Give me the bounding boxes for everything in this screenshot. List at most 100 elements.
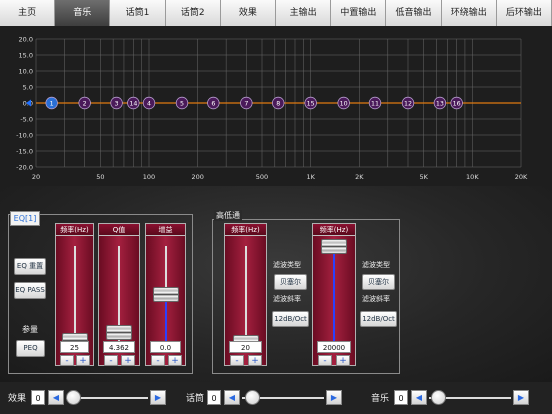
eq-gain-knob[interactable] — [152, 286, 179, 302]
eq-gain-header: 增益 — [146, 224, 185, 236]
lowpass-plus-button[interactable]: + — [336, 355, 350, 366]
eq-channel-tag[interactable]: EQ[1] — [10, 211, 40, 226]
tab-effect[interactable]: 效果 — [220, 0, 277, 26]
tab-surround-output[interactable]: 环绕输出 — [441, 0, 497, 26]
eq-band-label: 14 — [129, 100, 137, 107]
effect-volume-increase-button[interactable]: ▶ — [150, 390, 166, 405]
x-tick-label: 5K — [419, 173, 428, 181]
volume-bar: 效果 0 ◀ ▶ 话筒 0 ◀ ▶ 音乐 0 ◀ ▶ — [0, 382, 552, 414]
music-volume-increase-button[interactable]: ▶ — [513, 390, 529, 405]
eq-band-label: 13 — [436, 100, 444, 107]
eq-band-label: 5 — [180, 100, 184, 107]
music-volume-label: 音乐 — [371, 394, 390, 404]
eq-freq-track — [73, 246, 76, 342]
arrow-right-icon: ▶ — [154, 393, 162, 402]
eq-freq-plus-button[interactable]: + — [76, 355, 90, 366]
arrow-right-icon: ▶ — [330, 393, 338, 402]
x-tick-label: 20K — [515, 173, 528, 181]
highpass-freq-track — [244, 246, 247, 342]
lowpass-freq-value[interactable]: 20000 — [317, 341, 351, 353]
eq-band-label: 7 — [244, 100, 248, 107]
y-tick-label: 15.0 — [19, 52, 33, 60]
lowpass-slope-label: 滤波斜率 — [362, 295, 390, 303]
arrow-left-icon: ◀ — [52, 393, 60, 402]
tab-home[interactable]: 主页 — [0, 0, 56, 26]
x-tick-label: 1K — [306, 173, 315, 181]
eq-gain-slider[interactable]: 增益 0.0 - + — [145, 223, 186, 366]
eq-gain-value[interactable]: 0.0 — [150, 341, 181, 353]
mic-volume-increase-button[interactable]: ▶ — [326, 390, 342, 405]
tab-mic2[interactable]: 话筒2 — [165, 0, 221, 26]
x-tick-label: 50 — [96, 173, 104, 181]
highpass-freq-slider[interactable]: 频率(Hz) 20 - + — [224, 223, 267, 366]
control-panel: EQ[1] EQ 重置 EQ PASS 参量 PEQ 频率(Hz) 25 - +… — [0, 186, 552, 382]
eq-q-knob[interactable] — [106, 324, 132, 340]
y-tick-label: -15.0 — [16, 148, 33, 156]
eq-gain-plus-button[interactable]: + — [168, 355, 182, 366]
mic-volume-value[interactable]: 0 — [207, 390, 221, 405]
lowpass-type-button[interactable]: 贝塞尔 — [362, 274, 395, 290]
effect-volume-decrease-button[interactable]: ◀ — [48, 390, 64, 405]
x-tick-label: 500 — [256, 173, 268, 181]
y-tick-label: 10.0 — [19, 68, 33, 76]
effect-volume-label: 效果 — [8, 394, 27, 404]
tab-rear-surround-output[interactable]: 后环输出 — [496, 0, 552, 26]
param-label: 参量 — [22, 325, 38, 334]
eq-pass-button[interactable]: EQ PASS — [14, 282, 46, 299]
lowpass-freq-knob[interactable] — [321, 238, 347, 254]
tab-music[interactable]: 音乐 — [55, 0, 111, 26]
eq-freq-value[interactable]: 25 — [60, 341, 89, 353]
highpass-type-button[interactable]: 贝塞尔 — [274, 274, 307, 290]
x-tick-label: 20 — [32, 173, 40, 181]
highpass-minus-button[interactable]: - — [230, 355, 244, 366]
tab-center-output[interactable]: 中置输出 — [331, 0, 387, 26]
x-tick-label: 2K — [355, 173, 364, 181]
eq-freq-slider[interactable]: 频率(Hz) 25 - + — [55, 223, 94, 366]
eq-band-label: 12 — [404, 100, 412, 107]
music-volume-decrease-button[interactable]: ◀ — [411, 390, 427, 405]
y-tick-label: -10.0 — [16, 132, 33, 140]
music-volume-value[interactable]: 0 — [394, 390, 408, 405]
eq-gain-minus-button[interactable]: - — [151, 355, 165, 366]
eq-curve-graph[interactable]: 20.015.010.05.00.0-5.0-10.0-15.0-20.0205… — [0, 26, 552, 186]
eq-freq-header: 频率(Hz) — [56, 224, 93, 236]
lowpass-freq-slider[interactable]: 频率(Hz) 20000 - + — [312, 223, 356, 366]
eq-q-plus-button[interactable]: + — [121, 355, 135, 366]
mic-volume-knob[interactable] — [245, 390, 260, 405]
y-tick-label: 20.0 — [19, 36, 33, 44]
tab-sub-output[interactable]: 低音输出 — [386, 0, 442, 26]
eq-band-label: 8 — [276, 100, 280, 107]
eq-q-slider[interactable]: Q值 4.362 - + — [98, 223, 140, 366]
eq-chart-svg[interactable]: 20.015.010.05.00.0-5.0-10.0-15.0-20.0205… — [0, 26, 552, 186]
mic-volume-decrease-button[interactable]: ◀ — [224, 390, 240, 405]
effect-volume-knob[interactable] — [66, 390, 81, 405]
highpass-freq-header: 频率(Hz) — [225, 224, 266, 236]
eq-band-label: 10 — [340, 100, 348, 107]
eq-q-value[interactable]: 4.362 — [103, 341, 135, 353]
peq-button[interactable]: PEQ — [16, 340, 45, 357]
arrow-right-icon: ▶ — [517, 393, 525, 402]
music-volume-knob[interactable] — [431, 390, 446, 405]
highpass-plus-button[interactable]: + — [248, 355, 262, 366]
x-tick-label: 100 — [143, 173, 155, 181]
eq-band-label: 11 — [371, 100, 379, 107]
arrow-left-icon: ◀ — [415, 393, 423, 402]
tab-mic1[interactable]: 话筒1 — [110, 0, 166, 26]
arrow-left-icon: ◀ — [228, 393, 236, 402]
tab-main-output[interactable]: 主输出 — [276, 0, 332, 26]
lowpass-slope-button[interactable]: 12dB/Oct — [360, 311, 397, 327]
highpass-freq-value[interactable]: 20 — [229, 341, 262, 353]
y-tick-label: -5.0 — [20, 116, 33, 124]
eq-q-minus-button[interactable]: - — [104, 355, 118, 366]
tab-bar: 主页 音乐 话筒1 话筒2 效果 主输出 中置输出 低音输出 环绕输出 后环输出 — [0, 0, 552, 26]
crossover-title: 高低通 — [214, 210, 242, 221]
eq-band-label: 3 — [115, 100, 119, 107]
eq-freq-minus-button[interactable]: - — [60, 355, 74, 366]
eq-reset-button[interactable]: EQ 重置 — [14, 258, 46, 275]
effect-volume-value[interactable]: 0 — [31, 390, 45, 405]
eq-q-header: Q值 — [99, 224, 139, 236]
eq-band-label: 1 — [50, 100, 54, 107]
eq-band-label: 4 — [147, 100, 151, 107]
lowpass-minus-button[interactable]: - — [318, 355, 332, 366]
highpass-slope-button[interactable]: 12dB/Oct — [272, 311, 309, 327]
